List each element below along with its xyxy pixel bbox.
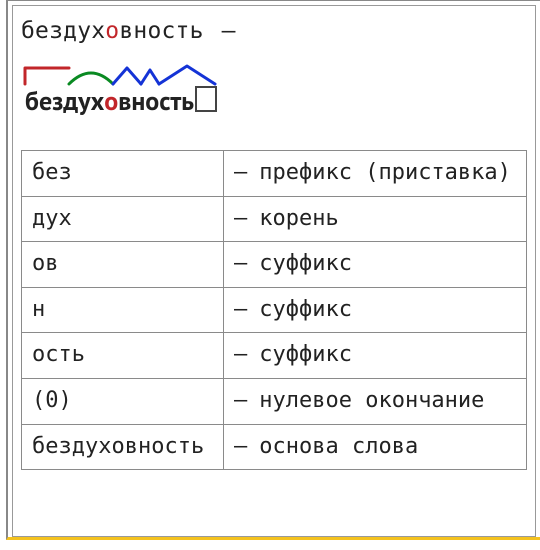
morph-desc: — суффикс xyxy=(224,333,527,379)
morph-part: ость xyxy=(22,333,224,379)
prefix-marker-icon xyxy=(25,68,69,84)
suffix-marker-3-icon xyxy=(159,66,215,84)
morph-desc-text: основа слова xyxy=(259,434,418,459)
morph-desc: — суффикс xyxy=(224,287,527,333)
cell-dash: — xyxy=(234,388,247,413)
morph-part: дух xyxy=(22,196,224,242)
morpheme-table: без — префикс (приставка) дух — корень ов … xyxy=(21,150,527,470)
table-row: ов — суффикс xyxy=(22,242,527,288)
cell-dash: — xyxy=(234,434,247,459)
cell-dash: — xyxy=(234,160,247,185)
morph-part: бездуховность xyxy=(22,424,224,470)
morph-part: без xyxy=(22,151,224,197)
suffix-marker-2-icon xyxy=(141,70,159,84)
cell-dash: — xyxy=(234,206,247,231)
morpheme-diagram: бездуховность xyxy=(23,62,527,116)
cell-dash: — xyxy=(234,297,247,322)
morph-desc-text: суффикс xyxy=(259,297,352,322)
morph-desc: — основа слова xyxy=(224,424,527,470)
diagram-word-accent: о xyxy=(104,85,118,118)
morph-desc-text: корень xyxy=(259,206,338,231)
ending-box-icon xyxy=(195,86,217,112)
table-row: дух — корень xyxy=(22,196,527,242)
morph-desc: — суффикс xyxy=(224,242,527,288)
morph-part: (0) xyxy=(22,378,224,424)
headline-dash: — xyxy=(222,18,236,44)
morph-desc-text: префикс (приставка) xyxy=(259,160,511,185)
morph-desc-text: суффикс xyxy=(259,342,352,367)
morph-desc: — нулевое окончание xyxy=(224,378,527,424)
diagram-word-post: вность xyxy=(118,85,194,118)
headline-word-post: вность xyxy=(119,18,203,44)
headline-word-pre: бездух xyxy=(21,18,105,44)
suffix-marker-1-icon xyxy=(113,68,141,84)
morph-desc-text: нулевое окончание xyxy=(259,388,484,413)
table-row: ость — суффикс xyxy=(22,333,527,379)
table-row: (0) — нулевое окончание xyxy=(22,378,527,424)
diagram-word: бездуховность xyxy=(25,84,217,118)
cell-dash: — xyxy=(234,251,247,276)
morph-desc: — корень xyxy=(224,196,527,242)
headline-word-accent: о xyxy=(105,18,119,44)
page-frame: бездуховность— бездуховность xyxy=(6,0,540,540)
content-card: бездуховность— бездуховность xyxy=(12,5,536,537)
table-row: бездуховность — основа слова xyxy=(22,424,527,470)
diagram-word-pre: бездух xyxy=(25,85,104,118)
table-row: без — префикс (приставка) xyxy=(22,151,527,197)
morph-desc: — префикс (приставка) xyxy=(224,151,527,197)
cell-dash: — xyxy=(234,342,247,367)
morph-part: н xyxy=(22,287,224,333)
root-marker-icon xyxy=(69,73,113,84)
morph-desc-text: суффикс xyxy=(259,251,352,276)
morph-part: ов xyxy=(22,242,224,288)
headline: бездуховность — xyxy=(21,18,527,44)
table-row: н — суффикс xyxy=(22,287,527,333)
